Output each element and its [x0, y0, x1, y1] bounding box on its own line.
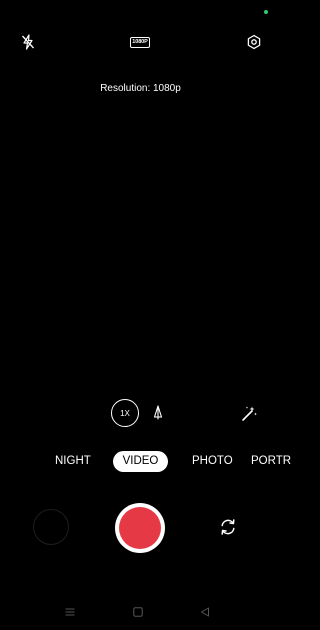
mode-tab-video[interactable]: VIDEO — [113, 451, 168, 472]
zoom-label: 1X — [120, 408, 130, 418]
resolution-badge: 1080P — [129, 36, 151, 48]
resolution-button[interactable]: 1080P — [129, 31, 151, 53]
home-square-icon — [133, 607, 143, 617]
magic-wand-icon — [242, 406, 257, 421]
nav-home-button[interactable] — [131, 605, 145, 619]
camera-switch-icon — [221, 519, 235, 535]
nav-back-button[interactable] — [198, 605, 212, 619]
record-button-inner — [119, 507, 161, 549]
settings-button[interactable] — [243, 31, 265, 53]
beauty-mode-button[interactable] — [238, 403, 260, 425]
settings-icon — [247, 34, 261, 50]
mode-tab-portrait[interactable]: PORTR — [251, 451, 291, 472]
gallery-thumbnail[interactable] — [33, 509, 69, 545]
camera-switch-button[interactable] — [217, 516, 239, 538]
flash-off-icon — [22, 34, 34, 50]
nav-menu-button[interactable] — [63, 605, 77, 619]
record-button[interactable] — [115, 503, 165, 553]
back-triangle-icon — [201, 607, 209, 617]
status-indicator — [264, 10, 268, 14]
tripod-mode-button[interactable] — [149, 403, 167, 423]
flash-toggle-button[interactable] — [17, 31, 39, 53]
resolution-label: Resolution: 1080p — [100, 83, 181, 94]
zoom-button[interactable]: 1X — [111, 399, 139, 427]
tripod-icon — [153, 405, 163, 420]
menu-icon — [65, 608, 75, 616]
mode-tab-photo[interactable]: PHOTO — [192, 451, 233, 472]
mode-tab-night[interactable]: NIGHT — [55, 451, 91, 472]
